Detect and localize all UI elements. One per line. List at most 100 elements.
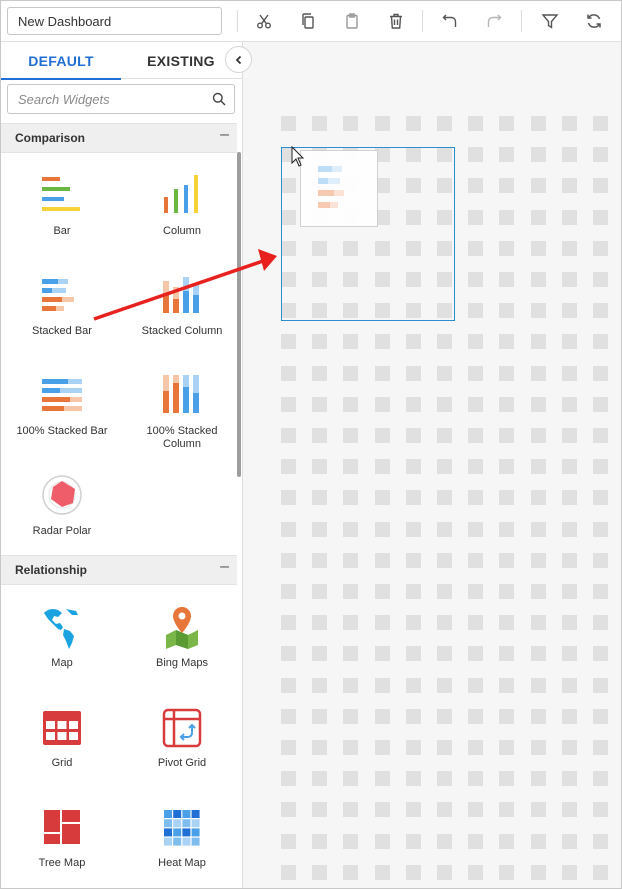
world-map-icon — [44, 609, 78, 649]
collapse-panel-button[interactable] — [225, 46, 252, 73]
grid-cell — [437, 334, 452, 350]
delete-button[interactable] — [384, 9, 408, 33]
widget-bing-maps[interactable]: Bing Maps — [127, 599, 237, 695]
filter-icon — [541, 14, 559, 29]
grid-cell — [312, 521, 328, 537]
grid-cell — [343, 864, 359, 880]
grid-cell — [499, 584, 515, 599]
collapse-section-button[interactable]: – — [220, 558, 229, 576]
grid-cell — [343, 116, 359, 131]
tab-existing[interactable]: EXISTING — [121, 42, 241, 79]
widget-percent-stacked-column[interactable]: 100% Stacked Column — [127, 367, 237, 463]
widget-label: Heat Map — [158, 857, 206, 869]
grid-cell — [561, 240, 577, 256]
grid-cell — [374, 459, 390, 475]
search-input[interactable] — [18, 85, 208, 113]
grid-cell — [593, 864, 608, 880]
search-icon[interactable] — [212, 92, 226, 106]
grid-cell — [561, 521, 577, 537]
grid-cell — [593, 708, 608, 724]
widget-column[interactable]: Column — [127, 167, 237, 263]
grid-cell — [374, 584, 390, 599]
tab-default[interactable]: DEFAULT — [1, 42, 121, 80]
redo-button[interactable] — [482, 9, 506, 33]
grid-cell — [561, 864, 577, 880]
grid-cell — [312, 365, 328, 381]
grid-cell — [499, 833, 515, 849]
grid-cell — [374, 521, 390, 537]
grid-cell — [405, 615, 421, 631]
grid-cell — [343, 615, 359, 631]
bar-chart-icon — [42, 177, 80, 211]
widget-stacked-bar[interactable]: Stacked Bar — [7, 267, 117, 363]
grid-cell — [437, 646, 452, 662]
widget-tree-map[interactable]: Tree Map — [7, 799, 117, 888]
grid-cell — [499, 459, 515, 475]
undo-button[interactable] — [438, 9, 462, 33]
section-header-comparison[interactable]: Comparison – — [1, 123, 237, 153]
grid-cell — [437, 833, 452, 849]
grid-cell — [312, 584, 328, 599]
widget-label: Stacked Bar — [32, 325, 92, 337]
grid-cell — [530, 240, 546, 256]
grid-cell — [530, 459, 546, 475]
grid-cell — [312, 646, 328, 662]
grid-cell — [281, 521, 296, 537]
grid-cell — [561, 459, 577, 475]
grid-cell — [561, 646, 577, 662]
grid-cell — [468, 303, 484, 319]
grid-cell — [593, 240, 608, 256]
heat-cell — [191, 819, 200, 828]
grid-cell — [499, 490, 515, 506]
grid-cell — [499, 677, 515, 693]
dashboard-title-input[interactable] — [7, 7, 222, 35]
grid-cell — [561, 771, 577, 787]
paste-button[interactable] — [340, 9, 364, 33]
grid-cell — [499, 615, 515, 631]
grid-cell — [437, 584, 452, 599]
widget-stacked-column[interactable]: Stacked Column — [127, 267, 237, 363]
collapse-section-button[interactable]: – — [220, 126, 229, 144]
section-header-relationship[interactable]: Relationship – — [1, 555, 237, 585]
grid-cell — [281, 864, 296, 880]
grid-cell — [593, 459, 608, 475]
grid-cell — [561, 552, 577, 568]
widget-bar[interactable]: Bar — [7, 167, 117, 263]
panel-scrollbar[interactable] — [237, 152, 241, 477]
grid-cell — [530, 116, 546, 131]
filter-button[interactable] — [538, 9, 562, 33]
delete-icon — [390, 13, 402, 29]
widget-radar-polar[interactable]: Radar Polar — [7, 467, 117, 563]
grid-cell — [530, 178, 546, 194]
widget-map[interactable]: Map — [7, 599, 117, 695]
grid-cell — [593, 428, 608, 443]
grid-cell — [530, 552, 546, 568]
widget-pivot-grid[interactable]: Pivot Grid — [127, 699, 237, 795]
dashboard-canvas[interactable] — [243, 42, 621, 888]
grid-cell — [343, 459, 359, 475]
refresh-button[interactable] — [582, 9, 606, 33]
grid-cell — [530, 864, 546, 880]
grid-cell — [343, 490, 359, 506]
grid-cell — [593, 116, 608, 131]
cut-button[interactable] — [252, 9, 276, 33]
grid-cell — [281, 584, 296, 599]
grid-cell — [468, 147, 484, 163]
grid-cell — [312, 740, 328, 755]
section-title: Relationship — [15, 563, 88, 577]
grid-cell — [281, 490, 296, 506]
grid-cell — [561, 209, 577, 225]
grid-cell — [499, 646, 515, 662]
grid-cell — [343, 334, 359, 350]
grid-cell — [405, 490, 421, 506]
grid-cell — [405, 459, 421, 475]
widget-label: 100% Stacked Column — [146, 425, 218, 450]
widget-grid[interactable]: Grid — [7, 699, 117, 795]
grid-cell — [405, 521, 421, 537]
chevron-left-icon — [235, 55, 241, 64]
copy-button[interactable] — [296, 9, 320, 33]
widget-heat-map[interactable]: Heat Map — [127, 799, 237, 888]
widget-percent-stacked-bar[interactable]: 100% Stacked Bar — [7, 367, 117, 463]
grid-cell — [468, 209, 484, 225]
grid-cell — [281, 396, 296, 412]
